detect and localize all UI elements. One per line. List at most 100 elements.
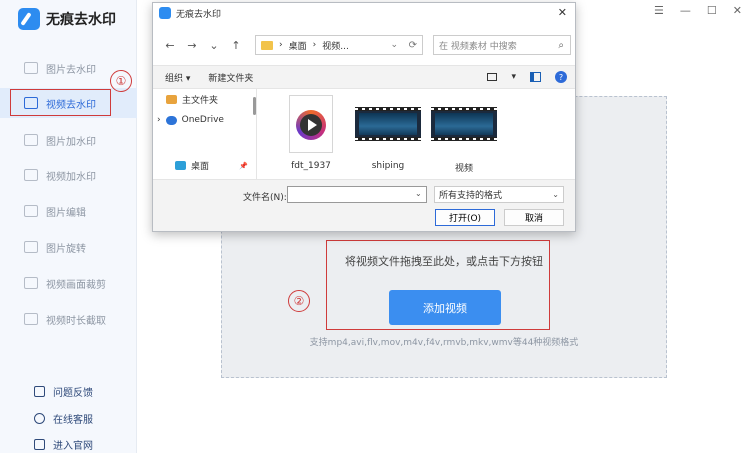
filename-label: 文件名(N): <box>243 193 287 203</box>
recent-dropdown-icon[interactable]: ⌄ <box>203 39 225 52</box>
tree-item-desktop[interactable]: 桌面 📌 <box>175 159 248 172</box>
sidebar-item-label: 视频时长截取 <box>46 315 106 327</box>
tree-item-label: OneDrive <box>181 115 224 125</box>
tree-expander[interactable]: › <box>157 115 161 125</box>
cloud-icon <box>165 115 177 125</box>
app-logo-icon <box>18 8 40 30</box>
chevron-down-icon[interactable]: ⌄ <box>415 189 422 198</box>
folder-icon <box>261 40 273 50</box>
sidebar-item-video-trim[interactable]: 视频时长截取 <box>0 304 137 334</box>
customer-service-icon <box>34 413 45 424</box>
image-icon <box>24 62 38 74</box>
file-item[interactable]: shiping <box>348 95 428 171</box>
sidebar-item-label: 图片加水印 <box>46 136 96 148</box>
address-row: ← → ⌄ ↑ › 桌面 › 视频... ⌄ ⟳ 在 视频素材 中搜索 ⌕ <box>159 35 571 55</box>
navigation-pane: 主文件夹 › OneDrive 桌面 📌 <box>153 89 257 179</box>
file-item[interactable]: 视频 <box>424 95 504 174</box>
sidebar-item-label: 图片旋转 <box>46 243 86 255</box>
video-thumbnail <box>431 95 497 153</box>
minimize-icon[interactable]: — <box>680 4 691 17</box>
breadcrumb-separator: › <box>279 40 283 50</box>
chevron-down-icon[interactable]: ⌄ <box>390 40 398 50</box>
app-title: 无痕去水印 <box>46 12 116 28</box>
open-button[interactable]: 打开(O) <box>435 209 495 226</box>
view-controls: ▾ ? <box>487 71 567 83</box>
tree-scrollbar[interactable] <box>253 97 256 115</box>
address-bar[interactable]: › 桌面 › 视频... ⌄ ⟳ <box>255 35 423 55</box>
file-list: fdt_1937 shiping 视频 <box>259 89 575 179</box>
forward-arrow-icon[interactable]: → <box>181 39 203 52</box>
media-file-thumbnail <box>278 95 344 153</box>
video-thumbnail <box>355 95 421 153</box>
sidebar-item-video-add-watermark[interactable]: 视频加水印 <box>0 160 137 190</box>
help-icon[interactable]: ? <box>555 71 567 83</box>
desktop-icon <box>175 161 186 170</box>
play-icon <box>308 119 317 131</box>
back-arrow-icon[interactable]: ← <box>159 39 181 52</box>
customer-service-link[interactable]: 在线客服 <box>34 411 93 426</box>
rotate-icon <box>24 241 38 253</box>
website-icon <box>34 439 45 450</box>
window-controls: ☰ — ☐ ✕ <box>654 4 742 17</box>
sidebar-item-video-crop[interactable]: 视频画面裁剪 <box>0 268 137 298</box>
refresh-icon[interactable]: ⟳ <box>409 40 417 51</box>
breadcrumb-separator: › <box>312 40 317 50</box>
sidebar-item-image-add-watermark[interactable]: 图片加水印 <box>0 125 137 155</box>
website-link[interactable]: 进入官网 <box>34 437 93 452</box>
dialog-close-icon[interactable]: ✕ <box>558 6 567 19</box>
pin-icon: 📌 <box>239 161 248 170</box>
sidebar-item-image-rotate[interactable]: 图片旋转 <box>0 232 137 262</box>
file-open-dialog: 无痕去水印 ✕ ← → ⌄ ↑ › 桌面 › 视频... ⌄ ⟳ 在 视频素材 … <box>152 2 576 232</box>
dialog-footer: 文件名(N): ⌄ 所有支持的格式 ⌄ 打开(O) 取消 <box>153 179 575 231</box>
search-box[interactable]: 在 视频素材 中搜索 ⌕ <box>433 35 571 55</box>
sidebar-item-label: 视频加水印 <box>46 171 96 183</box>
view-mode-icon[interactable] <box>487 73 498 81</box>
tree-item-label: 桌面 <box>191 162 210 172</box>
chevron-down-icon: ⌄ <box>552 190 559 199</box>
search-icon: ⌕ <box>558 39 564 51</box>
sidebar: 无痕去水印 图片去水印 视频去水印 图片加水印 视频加水印 图片编辑 图片旋转 … <box>0 0 137 453</box>
new-folder-button[interactable]: 新建文件夹 <box>208 71 253 84</box>
tree-item-label: 主文件夹 <box>182 96 219 106</box>
dialog-toolbar: 组织 ▾ 新建文件夹 ▾ ? <box>153 65 575 89</box>
sidebar-item-image-edit[interactable]: 图片编辑 <box>0 196 137 226</box>
customer-service-label: 在线客服 <box>53 415 93 426</box>
step1-highlight-box <box>10 89 111 116</box>
trim-icon <box>24 313 38 325</box>
up-arrow-icon[interactable]: ↑ <box>225 39 247 52</box>
image-icon <box>24 134 38 146</box>
step2-badge: ② <box>288 290 310 312</box>
view-dropdown-icon[interactable]: ▾ <box>511 72 516 82</box>
cancel-button[interactable]: 取消 <box>504 209 564 226</box>
file-name: shiping <box>371 161 405 171</box>
step2-highlight-box <box>326 240 550 330</box>
dialog-titlebar: 无痕去水印 <box>153 3 575 23</box>
website-label: 进入官网 <box>53 441 93 452</box>
supported-formats: 支持mp4,avi,flv,mov,m4v,f4v,rmvb,mkv,wmv等4… <box>309 338 579 348</box>
sidebar-item-label: 图片编辑 <box>46 207 86 219</box>
breadcrumb-desktop[interactable]: 桌面 <box>289 39 307 52</box>
step1-badge: ① <box>110 70 132 92</box>
maximize-icon[interactable]: ☐ <box>707 4 717 17</box>
sidebar-item-label: 图片去水印 <box>46 64 96 76</box>
sidebar-item-label: 视频画面裁剪 <box>46 279 106 291</box>
file-item[interactable]: fdt_1937 <box>271 95 351 171</box>
file-name: fdt_1937 <box>291 161 331 171</box>
file-name: 视频 <box>454 164 473 174</box>
feedback-icon <box>34 386 45 397</box>
crop-icon <box>24 277 38 289</box>
breadcrumb-video[interactable]: 视频... <box>322 39 349 52</box>
filetype-value: 所有支持的格式 <box>439 191 503 201</box>
organize-menu[interactable]: 组织 ▾ <box>165 71 190 84</box>
home-icon <box>166 95 177 104</box>
preview-pane-icon[interactable] <box>530 72 541 82</box>
tree-item-home[interactable]: 主文件夹 <box>161 93 218 106</box>
close-icon[interactable]: ✕ <box>733 4 742 17</box>
app-logo: 无痕去水印 <box>18 8 116 30</box>
menu-icon[interactable]: ☰ <box>654 4 664 17</box>
feedback-link[interactable]: 问题反馈 <box>34 384 93 399</box>
tree-item-onedrive[interactable]: › OneDrive <box>157 115 224 125</box>
filename-input[interactable] <box>287 186 427 203</box>
video-icon <box>24 169 38 181</box>
filetype-select[interactable]: 所有支持的格式 ⌄ <box>434 186 564 203</box>
